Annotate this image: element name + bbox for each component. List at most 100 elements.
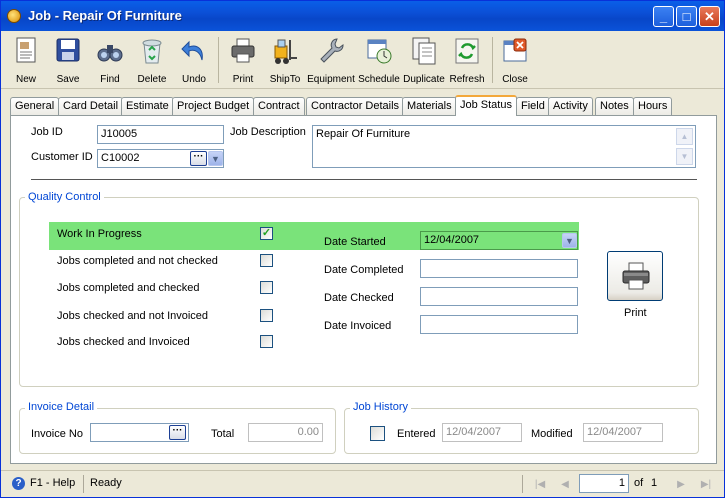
next-record-button[interactable]: ▶ [672,477,690,493]
scroll-up-arrow-icon[interactable]: ▲ [676,128,693,145]
customer-id-label: Customer ID [31,151,93,163]
modified-date-input: 12/04/2007 [583,423,663,442]
job-description-input[interactable]: Repair Of Furniture [312,125,696,168]
job-description-label: Job Description [230,126,306,138]
tab-materials[interactable]: Materials [402,97,457,115]
tab-card-detail[interactable]: Card Detail [58,97,124,115]
tab-estimate[interactable]: Estimate [121,97,174,115]
status-completed-not-checked-checkbox[interactable] [260,254,273,267]
header-divider [31,179,697,180]
modified-label: Modified [531,428,573,440]
date-started-input[interactable]: 12/04/2007 [420,231,578,250]
duplicate-pages-icon [412,37,436,65]
undo-button[interactable]: Undo [173,34,215,86]
job-id-label: Job ID [31,126,63,138]
status-print-button[interactable] [607,251,663,301]
date-checked-label: Date Checked [324,292,394,304]
app-icon [7,9,21,23]
wrench-icon [320,38,344,63]
close-window-icon [503,38,527,62]
toolbar: New Save Find Delete Undo Print ShipTo E… [1,31,724,89]
date-started-dropdown-button[interactable]: ▼ [562,233,577,248]
title-bar[interactable]: Job - Repair Of Furniture _ □ ✕ [1,1,724,31]
entered-date-input: 12/04/2007 [442,423,522,442]
tab-notes[interactable]: Notes [595,97,634,115]
scroll-down-arrow-icon[interactable]: ▼ [676,148,693,165]
tab-general[interactable]: General [10,97,60,115]
date-invoiced-input[interactable] [420,315,578,334]
undo-arrow-icon [181,40,203,61]
printer-icon [622,262,650,290]
duplicate-button[interactable]: Duplicate [403,34,445,86]
status-completed-not-checked-label: Jobs completed and not checked [57,255,218,267]
status-text: Ready [90,477,122,489]
customer-dropdown-button[interactable]: ▼ [208,151,223,166]
recycle-bin-icon [142,39,162,64]
page-number-input[interactable]: 1 [579,474,629,493]
tab-project-budget[interactable]: Project Budget [172,97,255,115]
equipment-button[interactable]: Equipment [307,34,355,86]
date-started-label: Date Started [324,236,386,248]
equipment-label: Equipment [307,74,355,85]
job-history-title: Job History [350,401,412,413]
total-input: 0.00 [248,423,323,442]
schedule-button[interactable]: Schedule [358,34,400,86]
status-completed-checked-checkbox[interactable] [260,281,273,294]
close-window-button[interactable]: ✕ [699,6,720,27]
calendar-clock-icon [367,39,392,64]
total-label: Total [211,428,235,440]
refresh-icon [455,38,479,64]
invoice-detail-title: Invoice Detail [25,401,98,413]
new-document-icon [16,37,36,63]
invoice-no-label: Invoice No [31,428,83,440]
refresh-label: Refresh [449,74,485,85]
status-work-in-progress-checkbox[interactable]: ✓ [260,227,273,240]
tab-contractor-details[interactable]: Contractor Details [306,97,405,115]
binoculars-icon [97,45,123,62]
status-checked-not-invoiced-checkbox[interactable] [260,309,273,322]
of-label: of [634,477,644,489]
close-button[interactable]: Close [494,34,536,86]
close-label: Close [502,74,528,85]
tab-job-status[interactable]: Job Status [455,95,517,116]
date-completed-input[interactable] [420,259,578,278]
printer-icon [231,38,255,63]
entered-label: Entered [397,428,436,440]
shipto-button[interactable]: ShipTo [264,34,306,86]
date-checked-input[interactable] [420,287,578,306]
tab-contract[interactable]: Contract [253,97,305,115]
status-checked-invoiced-label: Jobs checked and Invoiced [57,336,190,348]
quality-control-title: Quality Control [25,191,104,203]
description-scrollbar[interactable]: ▲ ▼ [676,127,694,167]
date-invoiced-label: Date Invoiced [324,320,392,332]
undo-label: Undo [182,74,206,85]
save-disk-icon [56,38,80,62]
minimize-button[interactable]: _ [653,6,674,27]
status-checked-invoiced-checkbox[interactable] [260,335,273,348]
job-window: Job - Repair Of Furniture _ □ ✕ New Save [0,0,725,498]
customer-lookup-button[interactable]: ··· [190,151,207,166]
job-id-input[interactable]: J10005 [97,125,224,144]
status-separator [522,475,523,493]
status-separator [83,475,84,493]
last-record-button[interactable]: ▶| [697,477,715,493]
previous-record-button[interactable]: ◀ [556,477,574,493]
status-completed-checked-label: Jobs completed and checked [57,282,200,294]
invoice-lookup-button[interactable]: ··· [169,425,186,440]
tab-field[interactable]: Field [516,97,550,115]
first-record-button[interactable]: |◀ [531,477,549,493]
window-title: Job - Repair Of Furniture [28,8,182,23]
forklift-icon [274,39,297,64]
tab-activity[interactable]: Activity [548,97,593,115]
total-pages: 1 [651,477,658,489]
help-hint: F1 - Help [30,477,76,489]
refresh-button[interactable]: Refresh [446,34,488,86]
entered-checkbox[interactable] [370,426,385,441]
status-checked-not-invoiced-label: Jobs checked and not Invoiced [57,310,209,322]
maximize-button[interactable]: □ [676,6,697,27]
date-completed-label: Date Completed [324,264,404,276]
help-icon: ? [12,477,25,490]
status-print-label: Print [624,307,647,319]
tab-hours[interactable]: Hours [633,97,673,115]
status-bar: ? F1 - Help Ready |◀ ◀ 1 of 1 ▶ ▶| [1,470,724,497]
